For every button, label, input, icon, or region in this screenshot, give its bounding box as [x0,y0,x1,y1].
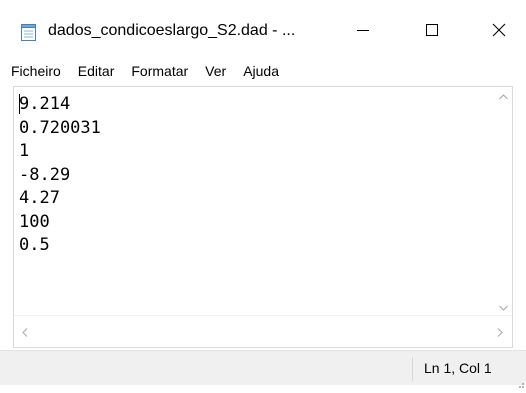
text-caret [19,94,20,114]
window-title: dados_condicoeslargo_S2.dad - ... [48,22,296,39]
title-bar[interactable]: dados_condicoeslargo_S2.dad - ... [0,0,526,58]
scroll-up-button[interactable] [495,87,512,104]
menu-formatar[interactable]: Formatar [123,63,197,79]
close-icon [492,23,506,42]
minimize-icon [357,23,369,41]
minimize-button[interactable] [340,14,386,50]
scroll-right-button[interactable] [491,324,508,341]
text-line: 9.214 [19,94,71,114]
chevron-up-icon [499,87,508,105]
chevron-right-icon [497,324,503,342]
menu-bar: Ficheiro Editar Formatar Ver Ajuda [0,58,526,84]
text-line: 0.720031 [19,117,101,138]
menu-editar[interactable]: Editar [70,63,124,79]
chevron-left-icon [21,324,28,342]
menu-ver[interactable]: Ver [197,63,235,79]
cursor-position: Ln 1, Col 1 [424,360,492,376]
text-line: -8.29 [19,164,71,185]
maximize-icon [426,23,438,41]
notepad-icon [21,24,36,41]
close-button[interactable] [476,14,522,50]
menu-ficheiro[interactable]: Ficheiro [0,63,70,79]
text-line: 1 [19,141,30,161]
menu-ajuda[interactable]: Ajuda [235,63,288,79]
text-line: 100 [19,211,50,232]
chevron-down-icon [499,298,508,316]
status-bar: Ln 1, Col 1 [0,350,526,388]
text-area[interactable]: 9.214 0.720031 1 -8.29 4.27 100 0.5 [14,87,496,314]
text-line: 0.5 [19,235,50,255]
resize-grip-icon[interactable] [516,375,524,388]
notepad-window: dados_condicoeslargo_S2.dad - ... Fichei… [0,0,526,388]
vertical-scrollbar[interactable] [495,87,512,315]
horizontal-scrollbar[interactable] [14,315,512,347]
maximize-button[interactable] [409,14,455,50]
scroll-left-button[interactable] [16,324,33,341]
scroll-down-button[interactable] [495,298,512,315]
status-separator [412,357,413,381]
text-line: 4.27 [19,188,60,208]
text-editor[interactable]: 9.214 0.720031 1 -8.29 4.27 100 0.5 [13,86,513,348]
